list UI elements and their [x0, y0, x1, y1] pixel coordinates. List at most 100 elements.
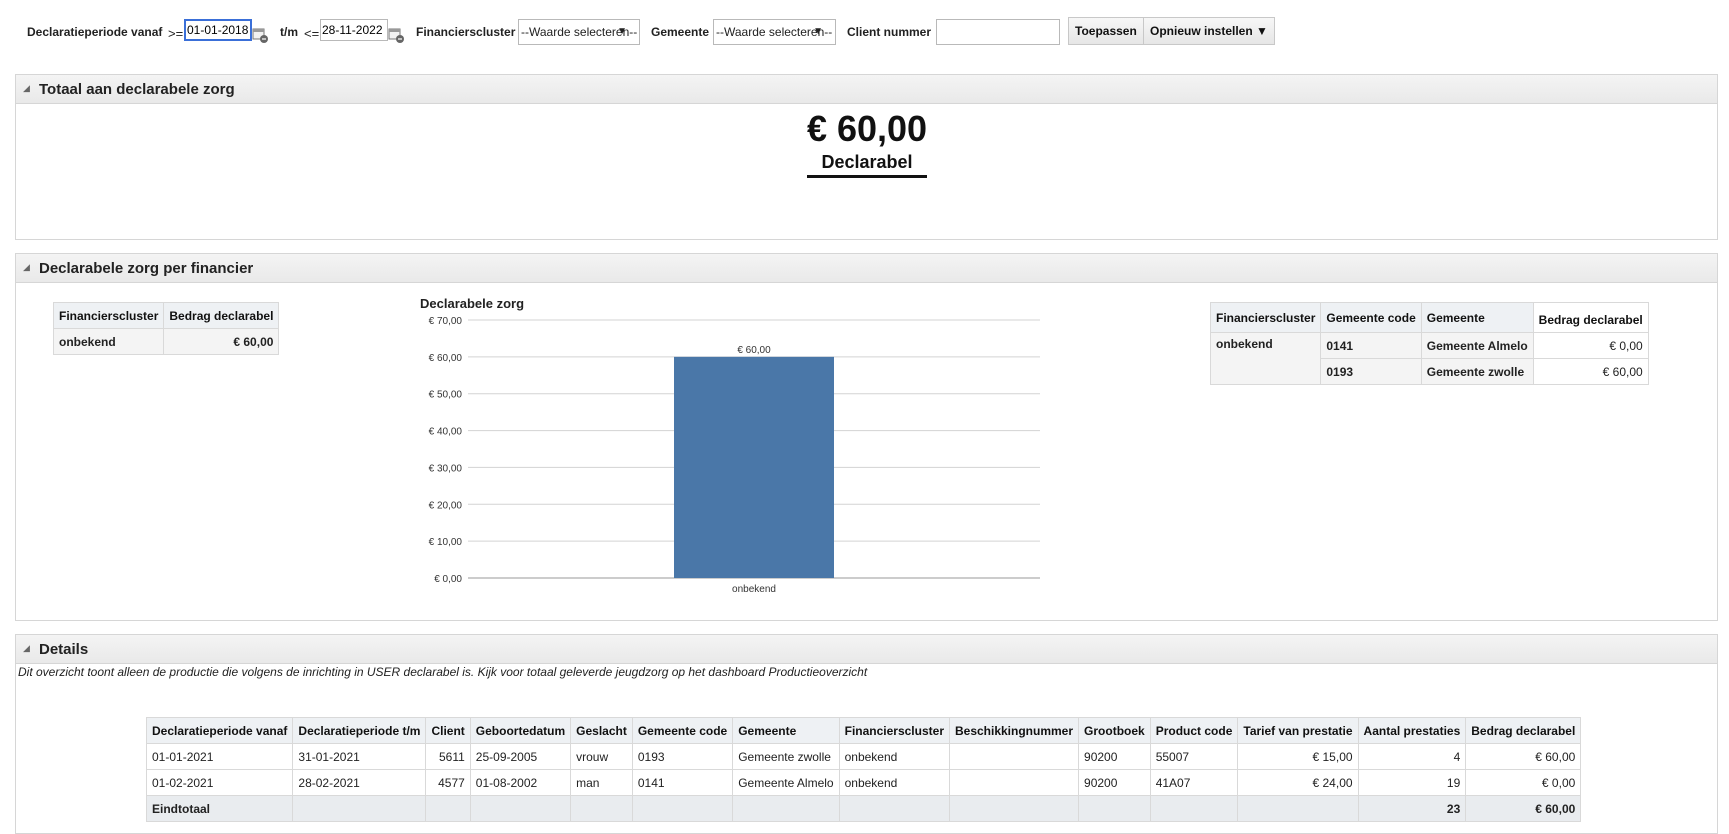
gemeente-select[interactable]: --Waarde selecteren-- ▼ — [713, 19, 836, 45]
table-header-row: Financierscluster Gemeente code Gemeente… — [1209, 302, 1649, 333]
table-cell: 23 — [1357, 795, 1467, 822]
table-cell: 4577 — [425, 769, 471, 796]
column-header[interactable]: Product code — [1149, 717, 1239, 744]
table-cell: € 15,00 — [1237, 743, 1359, 770]
filter-bar: Declaratieperiode vanaf >= t/m <= Financ… — [0, 17, 1729, 47]
chevron-down-icon: ▼ — [617, 26, 627, 37]
column-header[interactable]: Client — [425, 717, 471, 744]
table-header-row: Financierscluster Bedrag declarabel — [52, 302, 280, 329]
table-cell: 28-02-2021 — [292, 769, 427, 796]
y-tick-label: € 30,00 — [429, 463, 463, 474]
column-header[interactable]: Geslacht — [570, 717, 633, 744]
table-cell — [1078, 795, 1151, 822]
table-row: onbekend 0141 Gemeente Almelo € 0,00 — [1209, 332, 1649, 385]
column-header[interactable]: Aantal prestaties — [1357, 717, 1467, 744]
table-row: 01-01-2021 31-01-2021 5611 25-09-2005 vrouw 0… — [145, 743, 1582, 770]
column-header[interactable]: Bedrag declarabel — [163, 302, 280, 329]
table-cell — [469, 795, 572, 822]
x-tick-label: onbekend — [732, 584, 776, 595]
table-cell: 0141 — [631, 769, 734, 796]
collapse-icon[interactable]: ◢ — [23, 262, 30, 273]
table-cell: 0141 — [1320, 332, 1422, 359]
column-header[interactable]: Gemeente code — [631, 717, 734, 744]
period-to-input[interactable] — [320, 19, 388, 41]
table-cell: 4 — [1357, 743, 1467, 770]
column-header[interactable]: Declaratieperiode t/m — [292, 717, 427, 744]
financier-panel-header[interactable]: ◢ Declarabele zorg per financier — [16, 254, 1717, 283]
table-cell: onbekend — [52, 328, 165, 355]
table-cell: Eindtotaal — [145, 795, 294, 822]
gemeente-label: Gemeente — [651, 25, 710, 39]
apply-button[interactable]: Toepassen — [1068, 17, 1144, 45]
period-from-label: Declaratieperiode vanaf — [27, 25, 163, 39]
table-cell — [948, 743, 1080, 770]
table-cell: € 60,00 — [1465, 743, 1582, 770]
table-cell: 19 — [1357, 769, 1467, 796]
column-header[interactable]: Declaratieperiode vanaf — [145, 717, 294, 744]
table-cell: € 24,00 — [1237, 769, 1359, 796]
table-cell — [732, 795, 840, 822]
table-cell — [1237, 795, 1359, 822]
collapse-icon[interactable]: ◢ — [23, 643, 30, 654]
y-tick-label: € 20,00 — [429, 500, 463, 511]
kpi-value: € 60,00 — [806, 108, 928, 149]
column-header[interactable]: Gemeente code — [1320, 302, 1422, 333]
financier-select[interactable]: --Waarde selecteren-- ▼ — [518, 19, 640, 45]
total-panel-title: Totaal aan declarabele zorg — [39, 81, 235, 98]
column-header[interactable]: Gemeente — [1420, 302, 1534, 333]
table-cell: onbekend — [838, 743, 950, 770]
table-cell: 0193 — [631, 743, 734, 770]
table-cell — [631, 795, 734, 822]
table-cell — [292, 795, 427, 822]
column-header[interactable]: Financierscluster — [838, 717, 950, 744]
reset-button[interactable]: Opnieuw instellen ▼ — [1143, 17, 1275, 45]
table-row: onbekend € 60,00 — [52, 328, 280, 355]
details-table: Declaratieperiode vanaf Declaratieperiode… — [145, 717, 1582, 822]
bar[interactable] — [674, 356, 834, 578]
calendar-icon[interactable] — [252, 27, 268, 43]
y-tick-label: € 0,00 — [434, 574, 462, 585]
kpi-underline — [807, 175, 927, 178]
period-to-label: t/m — [280, 25, 298, 39]
table-cell: 01-01-2021 — [145, 743, 294, 770]
details-note: Dit overzicht toont alleen de productie … — [18, 665, 868, 679]
y-tick-label: € 70,00 — [429, 316, 463, 327]
table-cell: man — [570, 769, 633, 796]
table-cell: 55007 — [1149, 743, 1239, 770]
column-header[interactable]: Bedrag declarabel — [1465, 717, 1582, 744]
table-cell: 25-09-2005 — [469, 743, 572, 770]
client-number-input[interactable] — [936, 19, 1060, 45]
chart-bars: € 60,00 onbekend — [674, 345, 834, 595]
column-header[interactable]: Tarief van prestatie — [1237, 717, 1359, 744]
period-from-operator: >= — [168, 26, 184, 41]
table-cell: vrouw — [570, 743, 633, 770]
table-cell: 0193 — [1320, 358, 1422, 385]
column-header[interactable]: Gemeente — [732, 717, 840, 744]
details-panel-title: Details — [39, 641, 89, 658]
table-cell — [1149, 795, 1239, 822]
bar-chart: Declarabele zorg € 0,00 € 10,00 € 20,00 € 3… — [420, 296, 1040, 595]
table-cell: 01-08-2002 — [469, 769, 572, 796]
table-cell: € 0,00 — [1532, 332, 1649, 359]
bar-value-label: € 60,00 — [737, 345, 771, 356]
y-tick-label: € 10,00 — [429, 537, 463, 548]
table-cell: onbekend — [838, 769, 950, 796]
calendar-icon[interactable] — [388, 27, 404, 43]
collapse-icon[interactable]: ◢ — [23, 83, 30, 94]
total-row: Eindtotaal 23 € 60,00 — [145, 795, 1582, 822]
details-panel-header[interactable]: ◢ Details — [16, 635, 1717, 664]
financier-label: Financierscluster — [416, 25, 516, 39]
table-cell: onbekend — [1209, 332, 1322, 385]
chart-title: Declarabele zorg — [420, 296, 524, 311]
column-header[interactable]: Geboortedatum — [469, 717, 572, 744]
y-tick-label: € 50,00 — [429, 390, 463, 401]
table-cell: 41A07 — [1149, 769, 1239, 796]
column-header[interactable]: Financierscluster — [1209, 302, 1322, 333]
total-panel-header[interactable]: ◢ Totaal aan declarabele zorg — [16, 75, 1717, 104]
period-from-input[interactable] — [184, 19, 252, 41]
financier-summary-table: Financierscluster Bedrag declarabel onbe… — [52, 302, 280, 355]
column-header[interactable]: Bedrag declarabel — [1532, 302, 1649, 333]
column-header[interactable]: Financierscluster — [52, 302, 165, 329]
column-header[interactable]: Grootboek — [1078, 717, 1151, 744]
column-header[interactable]: Beschikkingnummer — [948, 717, 1080, 744]
